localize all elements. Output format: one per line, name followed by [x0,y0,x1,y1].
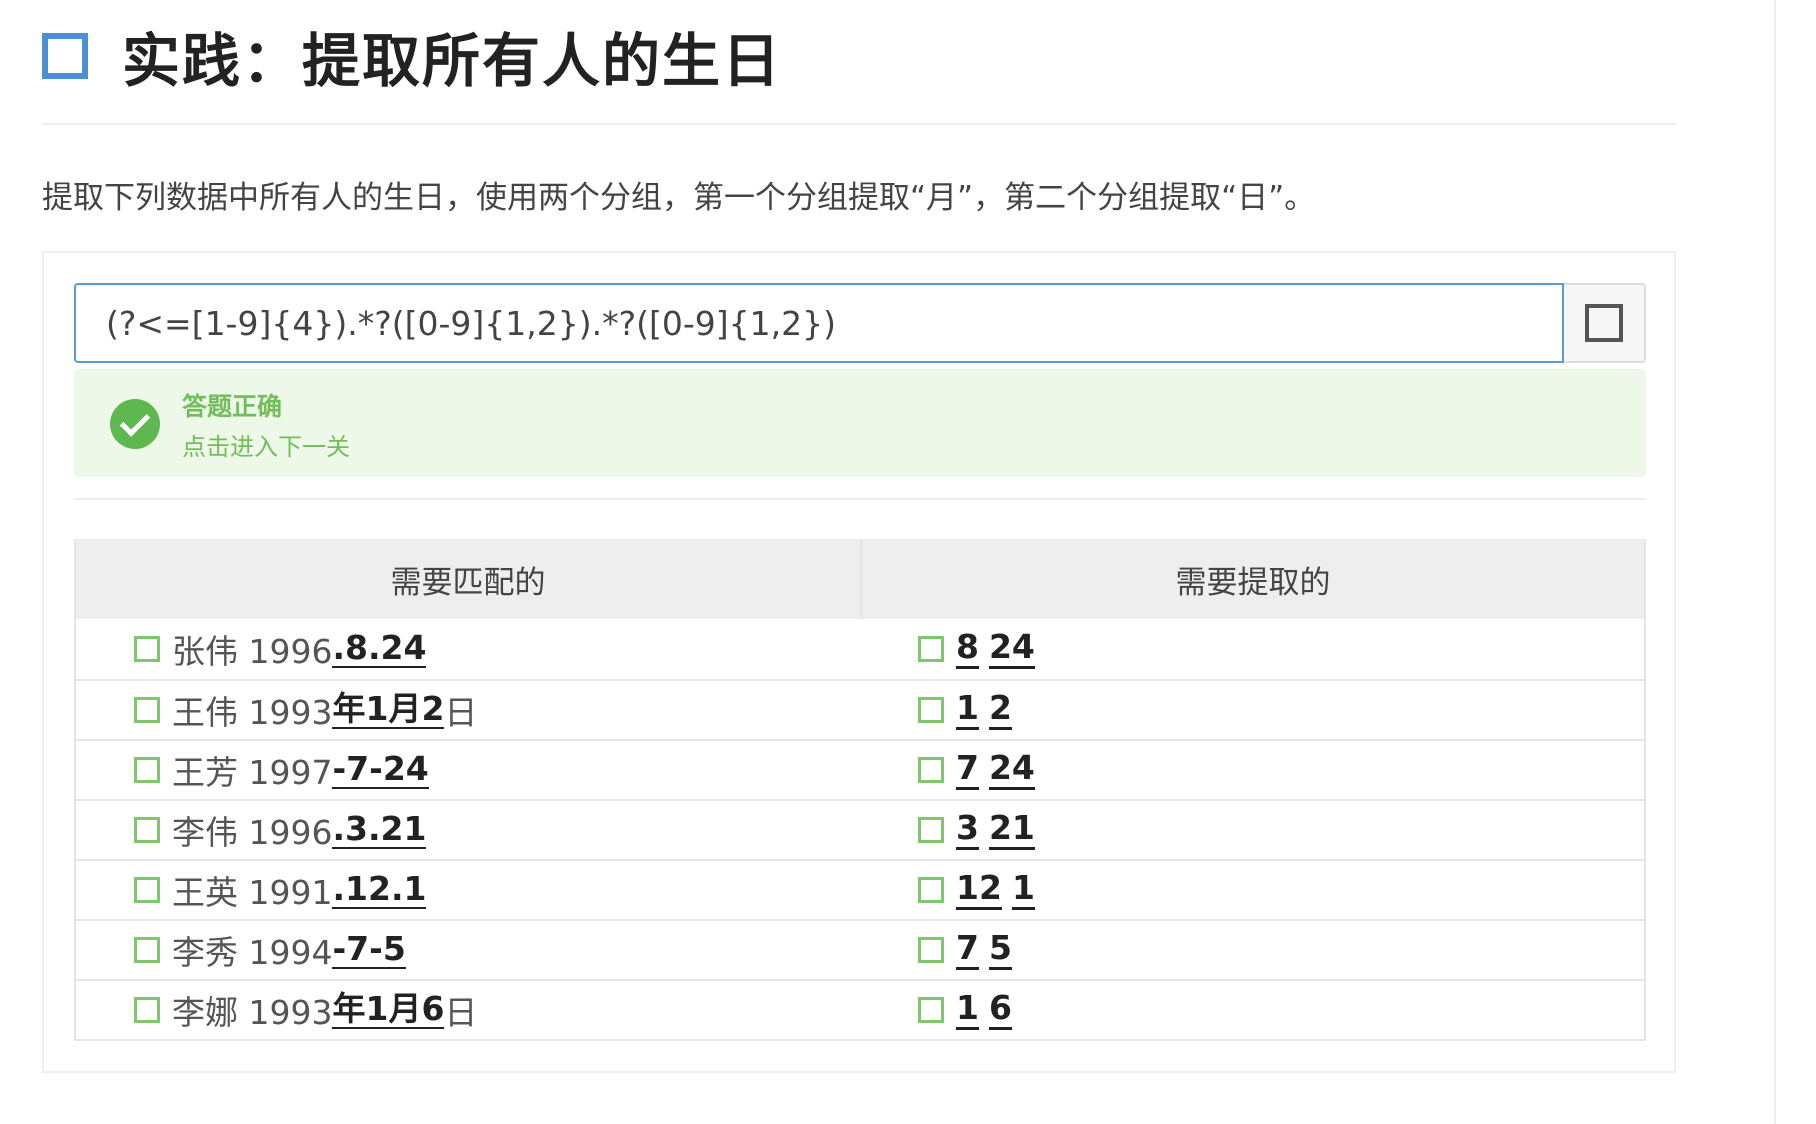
match-cell: 张伟 1996.8.24 [76,619,860,679]
checkbox-icon [134,636,160,662]
group-1-value: 8 [956,629,979,669]
checkbox-icon [918,636,944,662]
match-cell: 王英 1991.12.1 [76,861,860,919]
group-2-value: 2 [988,690,1012,730]
task-description: 提取下列数据中所有人的生日，使用两个分组，第一个分组提取“月”，第二个分组提取“… [42,180,1316,216]
table-header: 需要匹配的 需要提取的 [76,539,1644,619]
match-cell: 王芳 1997 -7-24 [76,741,860,799]
extract-cell: 12 [860,681,1644,739]
match-highlight: 年1月6 [332,988,445,1030]
group-1-value: 7 [956,930,979,970]
match-suffix: 日 [444,693,478,732]
checkbox-icon [134,697,160,723]
checkbox-icon [134,877,160,903]
test-cases-table: 需要匹配的 需要提取的 张伟 1996.8.24 8 24 王伟 1993 年1月2 日 1… [74,539,1646,1041]
checkbox-icon [918,877,944,903]
match-suffix: 日 [444,993,478,1032]
next-level-link[interactable]: 点击进入下一关 [182,427,350,462]
group-2-value: 24 [988,629,1035,669]
match-highlight: -7-24 [332,748,429,790]
checkbox-icon [918,817,944,843]
exercise-panel: 答题正确 点击进入下一关 需要匹配的 需要提取的 张伟 1996.8.24824… [42,251,1676,1073]
checkbox-icon [918,937,944,963]
table-row: 李秀 1994 -7-5 7 5 [76,919,1644,979]
checkbox-icon [918,997,944,1023]
match-highlight: 年1月2 [332,688,445,730]
checkbox-icon [918,757,944,783]
table-row: 王伟 1993 年1月2 日 1 2 [76,679,1644,739]
checkbox-icon [918,697,944,723]
match-highlight: .12.1 [332,868,427,910]
group-2-value: 1 [1011,870,1035,910]
group-1-value: 7 [956,750,979,790]
match-highlight: -7-5 [332,928,406,970]
match-cell: 李秀 1994 -7-5 [76,921,860,979]
group-2-value: 6 [988,990,1012,1030]
table-row: 李伟 1996.3.21 3 21 [76,799,1644,859]
checkbox-icon [134,997,160,1023]
table-row: 张伟 1996.8.24 8 24 [76,619,1644,679]
extract-cell: 3 21 [860,801,1644,859]
regex-input[interactable] [74,283,1564,363]
square-icon [1585,304,1623,342]
group-1-value: 1 [956,690,979,730]
page-right-border [1774,0,1776,1124]
extract-cell: 7 24 [860,741,1644,799]
heading-square-icon [42,33,88,79]
extract-cell: 12 1 [860,861,1644,919]
group-1-value: 1 [956,990,979,1030]
match-highlight: .8.24 [332,627,427,669]
match-cell: 王伟 1993 年1月2 日 [76,681,860,739]
input-addon-button[interactable] [1564,283,1646,363]
match-prefix: 王芳 1997 [172,753,333,792]
match-cell: 李伟 1996.3.21 [76,801,860,859]
match-prefix: 李娜 1993 [172,993,333,1032]
match-prefix: 王英 1991 [172,873,333,912]
table-body: 张伟 1996.8.24 8 24 王伟 1993 年1月2 日 1 2 王芳 1997 -7-2… [76,619,1644,1039]
table-row: 王英 1991.12.1 12 1 [76,859,1644,919]
extract-cell: 16 [860,981,1644,1039]
regex-input-group [74,283,1646,363]
section-divider [74,498,1646,500]
checkbox-icon [134,817,160,843]
match-prefix: 张伟 1996 [172,632,333,671]
checkbox-icon [134,757,160,783]
page: 实践：提取所有人的生日 提取下列数据中所有人的生日，使用两个分组，第一个分组提取… [0,0,1816,1124]
checkbox-icon [134,937,160,963]
table-row: 王芳 1997 -7-24 7 24 [76,739,1644,799]
extract-cell: 8 24 [860,619,1644,679]
check-circle-icon [110,399,160,449]
match-prefix: 李秀 1994 [172,933,333,972]
group-2-value: 21 [988,810,1035,850]
group-2-value: 5 [988,930,1012,970]
column-header-match: 需要匹配的 [390,564,546,601]
result-title: 答题正确 [182,392,283,421]
group-1-value: 12 [956,870,1002,910]
match-cell: 李娜 1993 年1月6 日 [76,981,860,1039]
result-alert: 答题正确 点击进入下一关 [74,369,1646,477]
page-title: 实践：提取所有人的生日 [122,27,783,95]
table-row: 李娜 1993 年1月6 日 1 6 [76,979,1644,1039]
extract-cell: 75 [860,921,1644,979]
match-highlight: .3.21 [332,808,427,850]
match-prefix: 李伟 1996 [172,813,333,852]
group-2-value: 24 [988,750,1035,790]
column-header-extract: 需要提取的 [860,539,1644,619]
group-1-value: 3 [956,810,979,850]
page-heading: 实践：提取所有人的生日 [42,14,782,98]
heading-divider [42,123,1676,125]
match-prefix: 王伟 1993 [172,693,333,732]
